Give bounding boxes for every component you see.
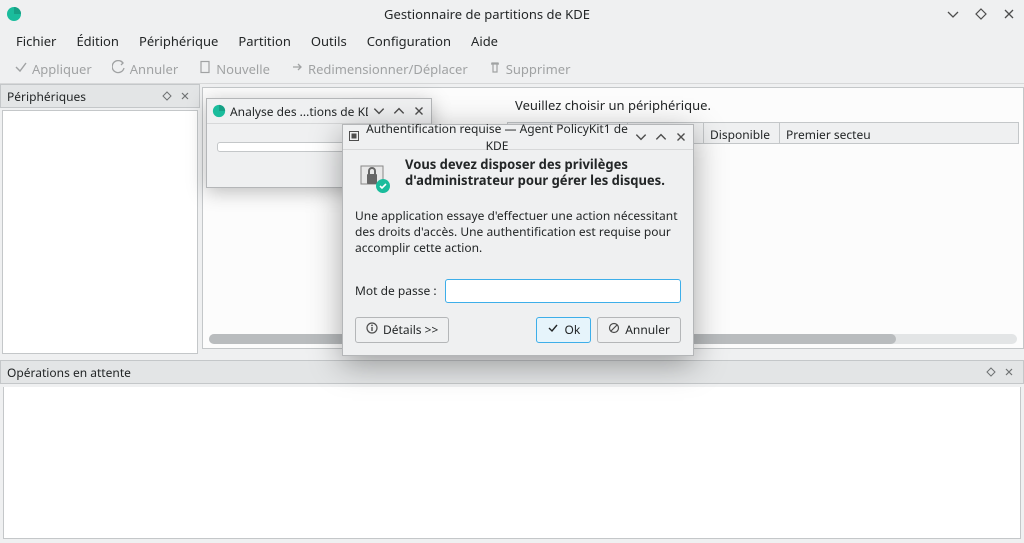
menu-partition[interactable]: Partition bbox=[228, 28, 301, 54]
resize-icon bbox=[290, 60, 304, 78]
auth-title: Authentification requise — Agent PolicyK… bbox=[366, 120, 628, 154]
partition-manager-icon bbox=[6, 6, 22, 22]
details-button[interactable]: Détails >> bbox=[355, 317, 449, 343]
maximize-button[interactable] bbox=[654, 130, 668, 144]
new-label: Nouvelle bbox=[216, 60, 270, 78]
menu-help[interactable]: Aide bbox=[461, 28, 508, 54]
maximize-button[interactable] bbox=[392, 104, 406, 118]
minimize-button[interactable] bbox=[372, 104, 386, 118]
info-icon bbox=[366, 321, 378, 338]
panel-float-button[interactable] bbox=[159, 88, 175, 104]
delete-button[interactable]: Supprimer bbox=[480, 57, 579, 81]
close-button[interactable] bbox=[674, 130, 688, 144]
password-label: Mot de passe : bbox=[355, 282, 437, 299]
maximize-button[interactable] bbox=[972, 5, 990, 23]
panel-close-button[interactable] bbox=[177, 88, 193, 104]
cancel-button[interactable]: Annuler bbox=[104, 57, 186, 81]
auth-message: Une application essaye d'effectuer une a… bbox=[355, 208, 681, 257]
menu-edit[interactable]: Édition bbox=[66, 28, 129, 54]
menubar: Fichier Édition Périphérique Partition O… bbox=[0, 28, 1024, 54]
ok-label: Ok bbox=[564, 321, 580, 338]
cancel-label: Annuler bbox=[130, 60, 178, 78]
block-icon bbox=[608, 321, 620, 338]
menu-file[interactable]: Fichier bbox=[6, 28, 66, 54]
apply-label: Appliquer bbox=[32, 60, 92, 78]
check-icon bbox=[547, 321, 559, 338]
progress-title: Analyse des ...tions de KDE bbox=[230, 103, 368, 120]
undo-icon bbox=[112, 60, 126, 78]
new-doc-icon bbox=[198, 60, 212, 78]
col-available[interactable]: Disponible bbox=[704, 123, 780, 143]
cancel-auth-button[interactable]: Annuler bbox=[597, 317, 681, 343]
devices-panel: Périphériques bbox=[0, 84, 200, 356]
menu-tools[interactable]: Outils bbox=[301, 28, 357, 54]
menu-config[interactable]: Configuration bbox=[357, 28, 461, 54]
panel-close-button[interactable] bbox=[1001, 364, 1017, 380]
close-button[interactable] bbox=[1000, 5, 1018, 23]
menu-device[interactable]: Périphérique bbox=[129, 28, 228, 54]
toolbar: Appliquer Annuler Nouvelle Redimensionne… bbox=[0, 54, 1024, 84]
window-controls bbox=[944, 5, 1018, 23]
pending-ops-list[interactable] bbox=[3, 387, 1021, 539]
dialog-icon bbox=[348, 129, 360, 146]
cancel-auth-label: Annuler bbox=[625, 321, 670, 338]
pending-ops-header: Opérations en attente bbox=[0, 360, 1024, 384]
devices-panel-title: Périphériques bbox=[7, 88, 86, 105]
trash-icon bbox=[488, 60, 502, 78]
check-icon bbox=[14, 60, 28, 78]
devices-panel-header: Périphériques bbox=[0, 84, 200, 108]
auth-titlebar[interactable]: Authentification requise — Agent PolicyK… bbox=[343, 125, 693, 149]
partition-manager-icon bbox=[212, 104, 226, 118]
resize-button[interactable]: Redimensionner/Déplacer bbox=[282, 57, 476, 81]
auth-heading: Vous devez disposer des privilèges d'adm… bbox=[405, 156, 681, 189]
delete-label: Supprimer bbox=[506, 60, 571, 78]
window-titlebar: Gestionnaire de partitions de KDE bbox=[0, 0, 1024, 28]
minimize-button[interactable] bbox=[634, 130, 648, 144]
resize-label: Redimensionner/Déplacer bbox=[308, 60, 468, 78]
pending-ops-title: Opérations en attente bbox=[7, 364, 131, 381]
password-input[interactable] bbox=[445, 279, 681, 303]
close-button[interactable] bbox=[412, 104, 426, 118]
auth-body: Vous devez disposer des privilèges d'adm… bbox=[343, 150, 693, 355]
apply-button[interactable]: Appliquer bbox=[6, 57, 100, 81]
window-title: Gestionnaire de partitions de KDE bbox=[30, 5, 944, 23]
minimize-button[interactable] bbox=[944, 5, 962, 23]
new-button[interactable]: Nouvelle bbox=[190, 57, 278, 81]
details-label: Détails >> bbox=[383, 321, 438, 338]
panel-float-button[interactable] bbox=[983, 364, 999, 380]
devices-list[interactable] bbox=[2, 110, 198, 354]
ok-button[interactable]: Ok bbox=[536, 317, 591, 343]
col-first-sector[interactable]: Premier secteu bbox=[780, 123, 1018, 143]
auth-dialog: Authentification requise — Agent PolicyK… bbox=[342, 124, 694, 356]
pending-ops-panel: Opérations en attente bbox=[0, 360, 1024, 543]
lock-icon bbox=[355, 158, 395, 198]
